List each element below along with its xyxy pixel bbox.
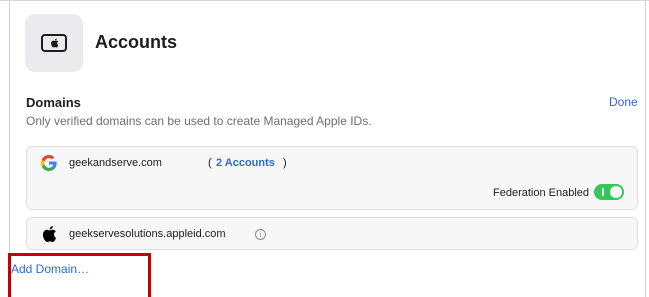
domain-row-apple: geekservesolutions.appleid.com i <box>26 217 638 250</box>
frame-top-border <box>0 0 649 1</box>
toggle-on-indicator <box>602 188 604 196</box>
accounts-paren-open: ( <box>208 157 212 169</box>
domain-name: geekandserve.com <box>69 157 162 169</box>
domains-description: Only verified domains can be used to cre… <box>26 114 372 128</box>
page-title: Accounts <box>95 32 178 52</box>
done-button[interactable]: Done <box>609 95 638 109</box>
apple-logo-icon <box>50 38 58 48</box>
domain-row-google: geekandserve.com ( 2 Accounts ) Federati… <box>26 146 638 210</box>
domain-name: geekservesolutions.appleid.com <box>69 228 226 240</box>
google-icon <box>41 155 57 171</box>
federation-label: Federation Enabled <box>493 187 590 199</box>
annotation-highlight-box <box>8 253 151 297</box>
accounts-header-tile <box>25 14 83 72</box>
credit-card-apple-icon <box>41 34 67 52</box>
frame-right-border <box>645 0 646 297</box>
accounts-paren-close: ) <box>283 157 287 169</box>
federation-toggle[interactable] <box>594 184 624 200</box>
info-icon[interactable]: i <box>255 229 266 240</box>
apple-icon <box>42 225 57 243</box>
accounts-count-link[interactable]: 2 Accounts <box>216 157 275 169</box>
domains-section-title: Domains <box>26 95 81 110</box>
toggle-knob <box>610 186 622 198</box>
